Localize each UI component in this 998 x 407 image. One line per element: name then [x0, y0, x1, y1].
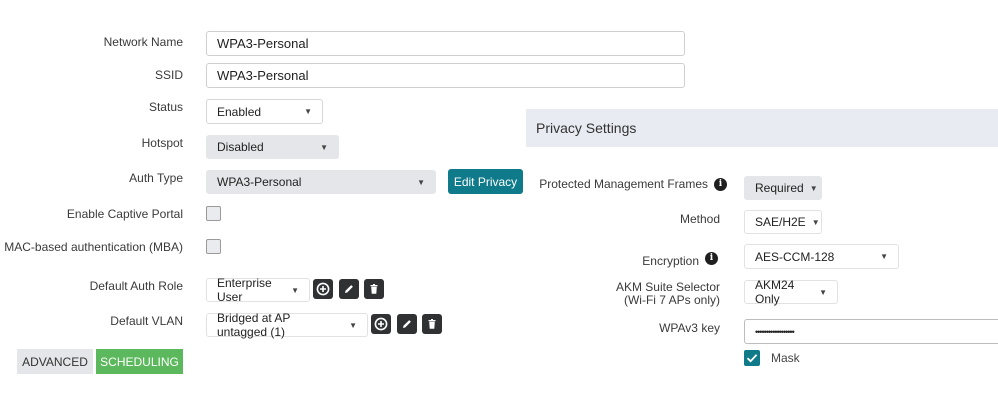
auth-type-select[interactable]: WPA3-Personal ▼ — [206, 170, 436, 194]
akm-select[interactable]: AKM24 Only ▼ — [744, 278, 838, 306]
auth-type-label: Auth Type — [129, 171, 183, 185]
mask-checkbox[interactable] — [744, 350, 760, 366]
network-name-label: Network Name — [103, 35, 183, 49]
default-auth-role-label: Default Auth Role — [89, 279, 183, 293]
chevron-down-icon: ▼ — [291, 285, 299, 295]
edit-role-button[interactable] — [339, 279, 359, 299]
chevron-down-icon: ▼ — [417, 177, 425, 187]
plus-circle-icon — [374, 317, 388, 331]
checkmark-icon — [746, 354, 758, 363]
edit-privacy-button[interactable]: Edit Privacy — [448, 169, 523, 194]
status-value: Enabled — [217, 104, 262, 119]
pmf-value: Required — [755, 181, 804, 195]
info-icon[interactable]: i — [714, 177, 727, 191]
hotspot-label: Hotspot — [141, 136, 183, 150]
advanced-tab[interactable]: ADVANCED — [17, 349, 93, 374]
captive-portal-checkbox[interactable] — [206, 206, 221, 221]
status-label: Status — [148, 100, 183, 114]
encryption-select[interactable]: AES-CCM-128 ▼ — [744, 244, 899, 269]
hotspot-value: Disabled — [217, 140, 264, 154]
default-auth-role-select[interactable]: Enterprise User ▼ — [206, 276, 310, 304]
chevron-down-icon: ▼ — [349, 320, 357, 330]
default-auth-role-value: Enterprise User — [217, 276, 272, 304]
encryption-label: Encryption — [642, 254, 699, 268]
chevron-down-icon: ▼ — [880, 252, 888, 261]
mba-checkbox[interactable] — [206, 239, 221, 254]
method-value: SAE/H2E — [755, 215, 806, 229]
pencil-icon — [345, 285, 353, 293]
encryption-label-group: Encryption i — [642, 248, 718, 268]
method-label: Method — [679, 212, 720, 226]
add-role-button[interactable] — [313, 279, 333, 299]
add-vlan-button[interactable] — [371, 314, 391, 334]
method-select[interactable]: SAE/H2E ▼ — [744, 210, 822, 234]
trash-icon — [370, 284, 378, 294]
chevron-down-icon: ▼ — [811, 217, 820, 227]
mba-label: MAC-based authentication (MBA) — [4, 240, 183, 254]
pmf-label-group: Protected Management Frames i — [539, 177, 727, 191]
chevron-down-icon: ▼ — [819, 287, 827, 297]
pencil-icon — [403, 320, 411, 328]
wpa-key-label: WPAv3 key — [659, 321, 720, 335]
pmf-select[interactable]: Required ▼ — [744, 176, 822, 200]
akm-label-line2: (Wi-Fi 7 APs only) — [623, 293, 720, 307]
info-icon[interactable]: i — [705, 251, 718, 265]
scheduling-tab[interactable]: SCHEDULING — [96, 349, 183, 374]
default-vlan-value: Bridged at AP untagged (1) — [217, 311, 291, 339]
default-vlan-select[interactable]: Bridged at AP untagged (1) ▼ — [206, 311, 368, 339]
ssid-input[interactable]: WPA3-Personal — [206, 63, 685, 88]
chevron-down-icon: ▼ — [304, 107, 312, 116]
captive-portal-label: Enable Captive Portal — [66, 207, 183, 221]
chevron-down-icon: ▼ — [320, 142, 328, 152]
encryption-value: AES-CCM-128 — [755, 249, 835, 264]
delete-vlan-button[interactable] — [422, 314, 442, 334]
network-name-input[interactable]: WPA3-Personal — [206, 31, 685, 56]
privacy-settings-title: Privacy Settings — [536, 120, 637, 136]
mask-label: Mask — [771, 351, 800, 365]
plus-circle-icon — [316, 282, 330, 296]
akm-label: AKM Suite Selector (Wi-Fi 7 APs only) — [616, 281, 720, 307]
chevron-down-icon: ▼ — [809, 183, 818, 193]
wpa-key-input[interactable]: •••••••••••••••••• — [744, 319, 998, 344]
trash-icon — [428, 319, 436, 329]
edit-vlan-button[interactable] — [397, 314, 417, 334]
ssid-label: SSID — [154, 68, 183, 82]
hotspot-select[interactable]: Disabled ▼ — [206, 135, 339, 159]
default-vlan-label: Default VLAN — [110, 314, 183, 328]
delete-role-button[interactable] — [364, 279, 384, 299]
status-select[interactable]: Enabled ▼ — [206, 99, 323, 124]
akm-value: AKM24 Only — [755, 278, 795, 306]
pmf-label: Protected Management Frames — [539, 177, 708, 191]
privacy-settings-header: Privacy Settings — [526, 109, 998, 147]
auth-type-value: WPA3-Personal — [217, 175, 302, 189]
